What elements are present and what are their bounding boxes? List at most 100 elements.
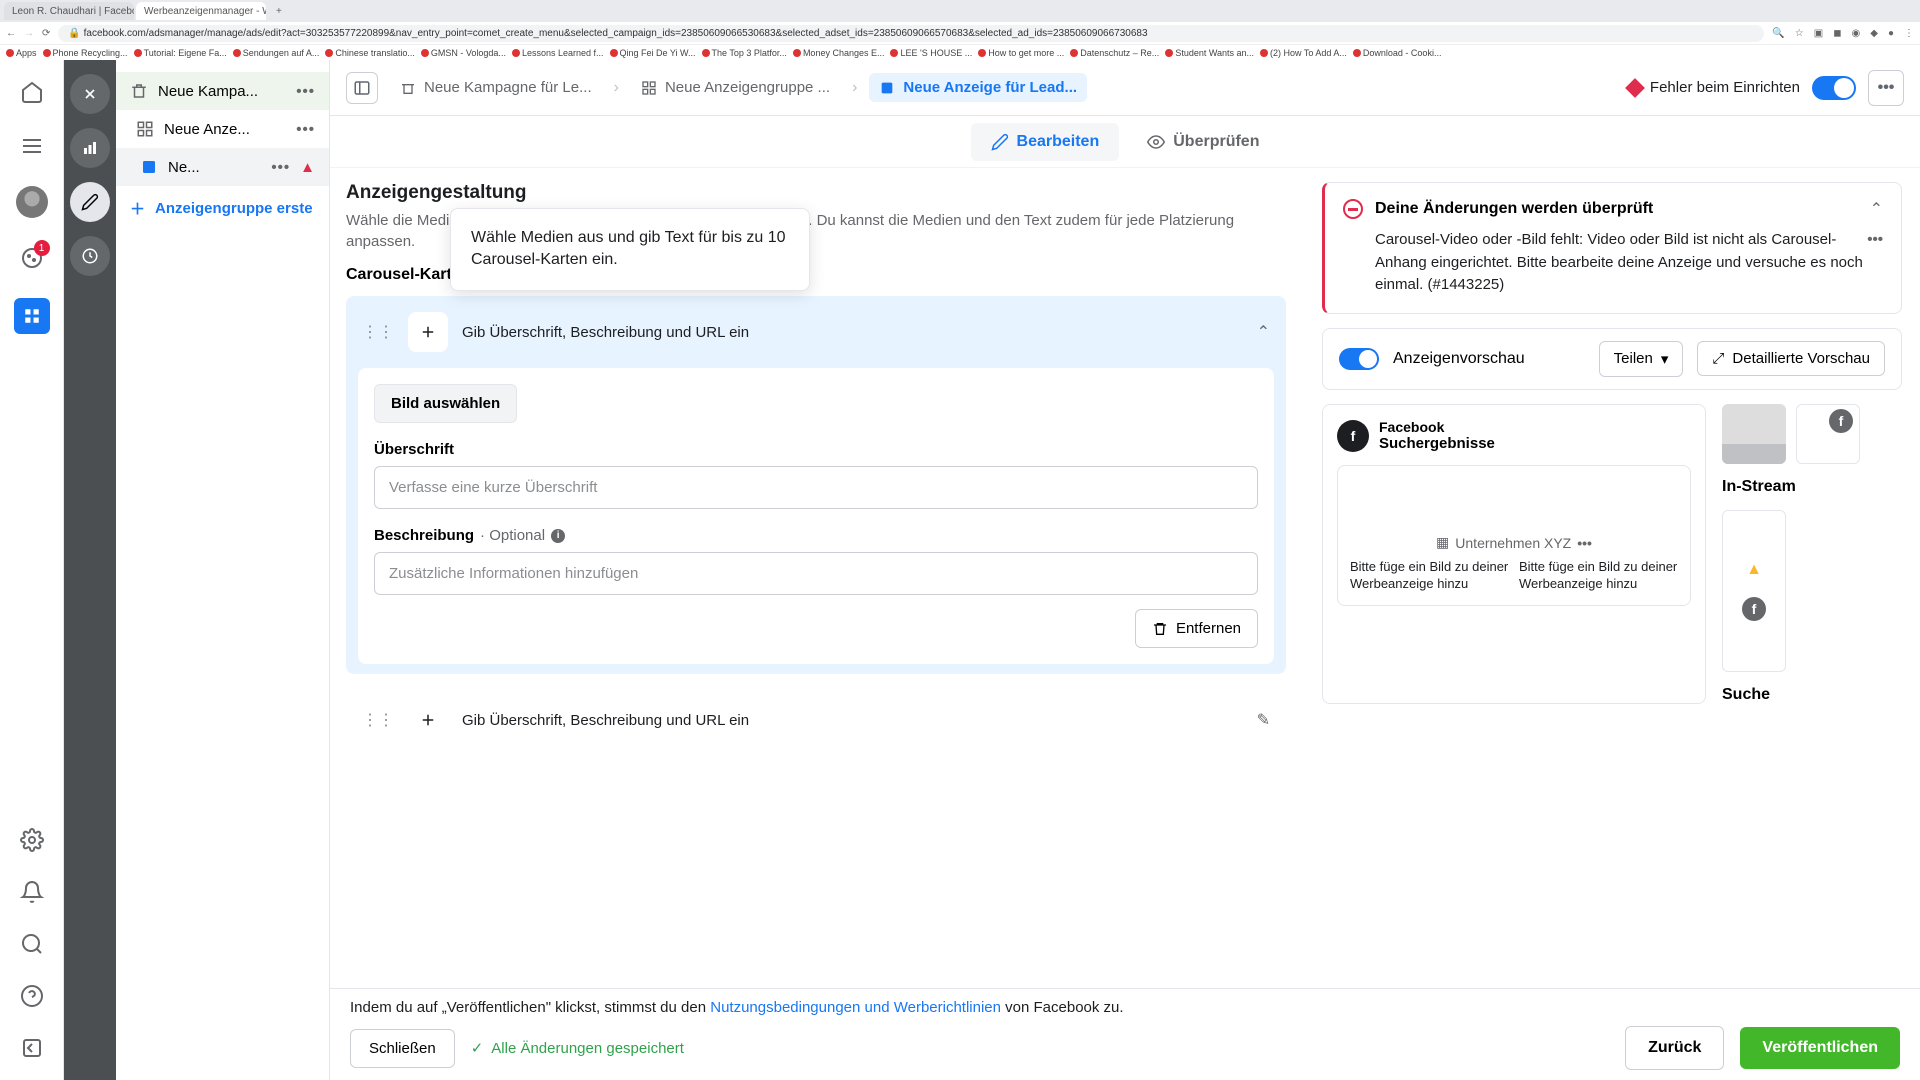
menu-icon[interactable] — [18, 132, 46, 160]
home-icon[interactable] — [18, 78, 46, 106]
drag-handle-icon[interactable]: ⋮⋮ — [362, 322, 394, 342]
add-label: Anzeigengruppe erste — [155, 200, 313, 217]
more-icon[interactable]: ••• — [296, 121, 315, 138]
preview-toggle[interactable] — [1339, 348, 1379, 370]
chevron-up-icon[interactable]: ⌃ — [1257, 322, 1270, 342]
tab-edit[interactable]: Bearbeiten — [971, 123, 1120, 161]
more-icon[interactable]: ••• — [271, 159, 290, 176]
more-icon[interactable]: ••• — [1867, 229, 1883, 252]
card-header[interactable]: ⋮⋮ Gib Überschrift, Beschreibung und URL… — [358, 306, 1274, 358]
help-icon[interactable] — [18, 982, 46, 1010]
tree-campaign[interactable]: Neue Kampa... ••• — [116, 72, 329, 110]
bookmark-item[interactable]: Qing Fei De Yi W... — [610, 48, 696, 58]
bookmark-item[interactable]: Download - Cooki... — [1353, 48, 1442, 58]
bookmark-item[interactable]: Tutorial: Eigene Fa... — [134, 48, 227, 58]
browser-tab[interactable]: Leon R. Chaudhari | Facebook× — [4, 2, 134, 20]
browser-tab[interactable]: Werbeanzeigenmanager - We...× — [136, 2, 266, 20]
bookmark-item[interactable]: Apps — [6, 48, 37, 58]
edit-icon[interactable]: ✎ — [1257, 710, 1270, 730]
panel-toggle-icon[interactable] — [346, 72, 378, 104]
add-media-button[interactable] — [408, 312, 448, 352]
avatar[interactable] — [16, 186, 48, 218]
crumb-ad[interactable]: Neue Anzeige für Lead... — [869, 73, 1087, 102]
publish-button[interactable]: Veröffentlichen — [1740, 1027, 1900, 1069]
nav-back-icon[interactable]: ← — [6, 28, 16, 39]
mock-placement: Suchergebnisse — [1379, 435, 1495, 453]
search-icon[interactable] — [18, 930, 46, 958]
avatar-icon[interactable]: ● — [1888, 28, 1894, 39]
tree-adset[interactable]: Neue Anze... ••• — [116, 110, 329, 148]
bookmark-item[interactable]: How to get more ... — [978, 48, 1064, 58]
placement-title: In-Stream — [1722, 478, 1902, 496]
url-field[interactable]: 🔒 facebook.com/adsmanager/manage/ads/edi… — [58, 25, 1764, 42]
fb-ext-icon[interactable]: ◼ — [1833, 28, 1841, 39]
bookmark-item[interactable]: Datenschutz – Re... — [1070, 48, 1159, 58]
crumb-campaign[interactable]: Neue Kampagne für Le... — [390, 73, 602, 102]
preview-toolbar: Anzeigenvorschau Teilen▾ ⤢Detaillierte V… — [1322, 328, 1902, 390]
detailed-preview-button[interactable]: ⤢Detaillierte Vorschau — [1697, 341, 1885, 376]
zoom-icon[interactable]: 🔍 — [1772, 28, 1784, 39]
tool-rail — [64, 60, 116, 1080]
ext-icon[interactable]: ◉ — [1852, 28, 1861, 39]
back-button[interactable]: Zurück — [1625, 1026, 1724, 1070]
apps-grid-icon[interactable] — [14, 298, 50, 334]
headline-input[interactable] — [374, 466, 1258, 509]
info-icon[interactable]: i — [551, 529, 565, 543]
more-icon[interactable]: ••• — [296, 83, 315, 100]
bookmark-item[interactable]: Student Wants an... — [1165, 48, 1254, 58]
remove-card-button[interactable]: Entfernen — [1135, 609, 1258, 648]
campaign-tree: Neue Kampa... ••• Neue Anze... ••• Ne...… — [116, 60, 330, 1080]
more-menu[interactable]: ••• — [1868, 70, 1904, 106]
card-header[interactable]: ⋮⋮ Gib Überschrift, Beschreibung und URL… — [358, 694, 1274, 746]
cookie-icon[interactable]: 1 — [18, 244, 46, 272]
close-button[interactable]: Schließen — [350, 1029, 455, 1068]
menu-icon[interactable]: ⋮ — [1904, 28, 1914, 39]
alert-title: Deine Änderungen werden überprüft — [1375, 200, 1858, 218]
review-alert: Deine Änderungen werden überprüft ⌃ Caro… — [1322, 182, 1902, 314]
collapse-icon[interactable] — [18, 1034, 46, 1062]
placement-thumb[interactable]: ▲ f — [1722, 510, 1786, 672]
add-adset-button[interactable]: ＋ Anzeigengruppe erste — [116, 186, 329, 231]
bookmark-item[interactable]: Lessons Learned f... — [512, 48, 604, 58]
select-image-button[interactable]: Bild auswählen — [374, 384, 517, 423]
new-tab-button[interactable]: + — [268, 6, 290, 17]
bookmark-item[interactable]: Phone Recycling... — [43, 48, 128, 58]
crumb-adset[interactable]: Neue Anzeigengruppe ... — [631, 73, 840, 102]
status-toggle[interactable] — [1812, 76, 1856, 100]
bell-icon[interactable] — [18, 878, 46, 906]
gear-icon[interactable] — [18, 826, 46, 854]
bookmark-item[interactable]: (2) How To Add A... — [1260, 48, 1347, 58]
star-icon[interactable]: ☆ — [1795, 28, 1804, 39]
placement-thumb[interactable] — [1722, 404, 1786, 464]
bookmark-item[interactable]: GMSN - Vologda... — [421, 48, 506, 58]
tree-ad[interactable]: Ne... ••• ▲ — [116, 148, 329, 186]
bookmark-item[interactable]: Sendungen auf A... — [233, 48, 320, 58]
bookmark-item[interactable]: The Top 3 Platfor... — [702, 48, 787, 58]
add-media-button[interactable] — [408, 700, 448, 740]
edit-icon[interactable] — [70, 182, 110, 222]
more-icon: ••• — [1577, 535, 1592, 551]
chart-icon[interactable] — [70, 128, 110, 168]
terms-link[interactable]: Nutzungsbedingungen und Werberichtlinien — [710, 999, 1001, 1016]
saved-status: ✓Alle Änderungen gespeichert — [471, 1039, 684, 1057]
clock-icon[interactable] — [70, 236, 110, 276]
tab-review[interactable]: Überprüfen — [1127, 123, 1279, 161]
bookmark-item[interactable]: Chinese translatio... — [325, 48, 415, 58]
carousel-card: ⋮⋮ Gib Überschrift, Beschreibung und URL… — [346, 688, 1286, 752]
ext-icon[interactable]: ◆ — [1870, 28, 1878, 39]
placement-thumb[interactable]: f — [1796, 404, 1860, 464]
bookmark-item[interactable]: LEE 'S HOUSE ... — [890, 48, 972, 58]
description-input[interactable] — [374, 552, 1258, 595]
browser-chrome: Leon R. Chaudhari | Facebook× Werbeanzei… — [0, 0, 1920, 60]
chevron-up-icon[interactable]: ⌃ — [1870, 199, 1883, 219]
ext-icon[interactable]: ▣ — [1814, 28, 1823, 39]
close-button[interactable] — [70, 74, 110, 114]
card-head-label: Gib Überschrift, Beschreibung und URL ei… — [462, 324, 1243, 341]
share-button[interactable]: Teilen▾ — [1599, 341, 1684, 377]
facebook-icon: f — [1337, 420, 1369, 452]
reload-icon[interactable]: ⟳ — [42, 28, 50, 39]
bookmark-item[interactable]: Money Changes E... — [793, 48, 885, 58]
nav-fwd-icon[interactable]: → — [24, 28, 34, 39]
preview-mock: f Facebook Suchergebnisse ▦Unternehmen X… — [1322, 404, 1706, 704]
drag-handle-icon[interactable]: ⋮⋮ — [362, 710, 394, 730]
